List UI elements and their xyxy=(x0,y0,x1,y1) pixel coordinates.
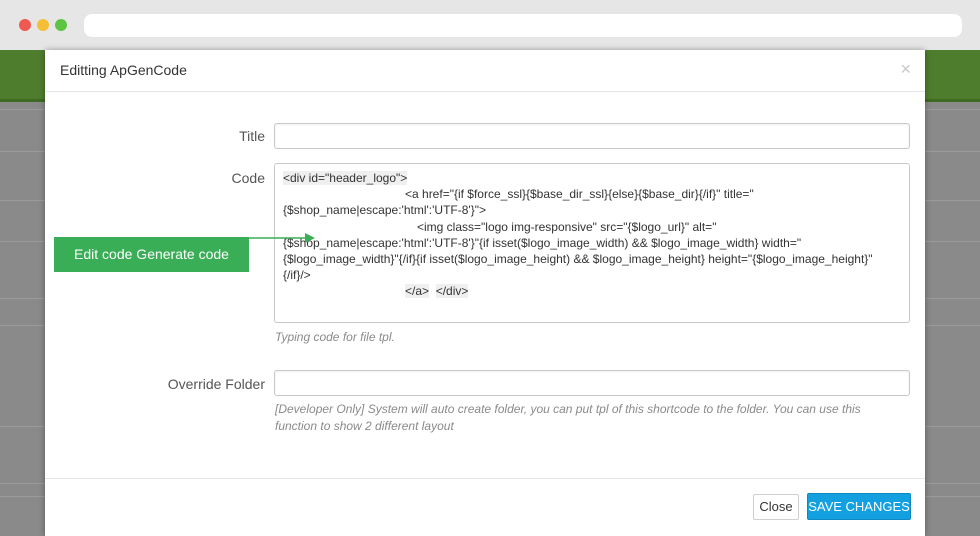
edit-modal: Editting ApGenCode × Title Code <div id=… xyxy=(45,50,925,536)
code-line: </div> xyxy=(435,284,469,299)
code-textarea[interactable]: <div id="header_logo"> <a href="{if $for… xyxy=(274,163,910,323)
code-line: </a> xyxy=(405,284,430,299)
save-changes-button[interactable]: SAVE CHANGES xyxy=(807,493,911,520)
code-label: Code xyxy=(231,170,265,186)
edit-code-callout: Edit code Generate code xyxy=(54,237,249,272)
modal-footer-divider xyxy=(45,478,925,479)
address-bar[interactable] xyxy=(84,14,962,37)
code-line: {$shop_name|escape:'html':'UTF-8'}"> xyxy=(283,203,486,218)
code-line: <a href="{if $force_ssl}{$base_dir_ssl}{… xyxy=(405,187,754,202)
browser-toolbar xyxy=(0,0,980,50)
window-maximize-dot[interactable] xyxy=(55,19,67,31)
close-icon[interactable]: × xyxy=(900,59,911,80)
override-help-text-2: function to show 2 different layout xyxy=(275,419,454,433)
callout-arrow-icon xyxy=(249,233,315,243)
override-help-text: [Developer Only] System will auto create… xyxy=(275,402,861,416)
title-label: Title xyxy=(239,128,265,144)
code-help-text: Typing code for file tpl. xyxy=(275,330,395,344)
code-line: <div id="header_logo"> xyxy=(283,171,408,185)
code-line: {$shop_name|escape:'html':'UTF-8'}"{if i… xyxy=(283,235,802,250)
override-folder-input[interactable] xyxy=(274,370,910,396)
code-line: {/if}/> xyxy=(283,268,311,283)
override-folder-label: Override Folder xyxy=(167,376,265,392)
code-line: <img class="logo img-responsive" src="{$… xyxy=(417,219,717,234)
modal-title: Editting ApGenCode xyxy=(60,62,187,78)
modal-header: Editting ApGenCode × xyxy=(45,50,925,92)
title-input[interactable] xyxy=(274,123,910,149)
code-line: {$logo_image_width}"{/if}{if isset($logo… xyxy=(283,251,873,266)
close-button[interactable]: Close xyxy=(753,494,799,520)
window-minimize-dot[interactable] xyxy=(37,19,49,31)
window-close-dot[interactable] xyxy=(19,19,31,31)
